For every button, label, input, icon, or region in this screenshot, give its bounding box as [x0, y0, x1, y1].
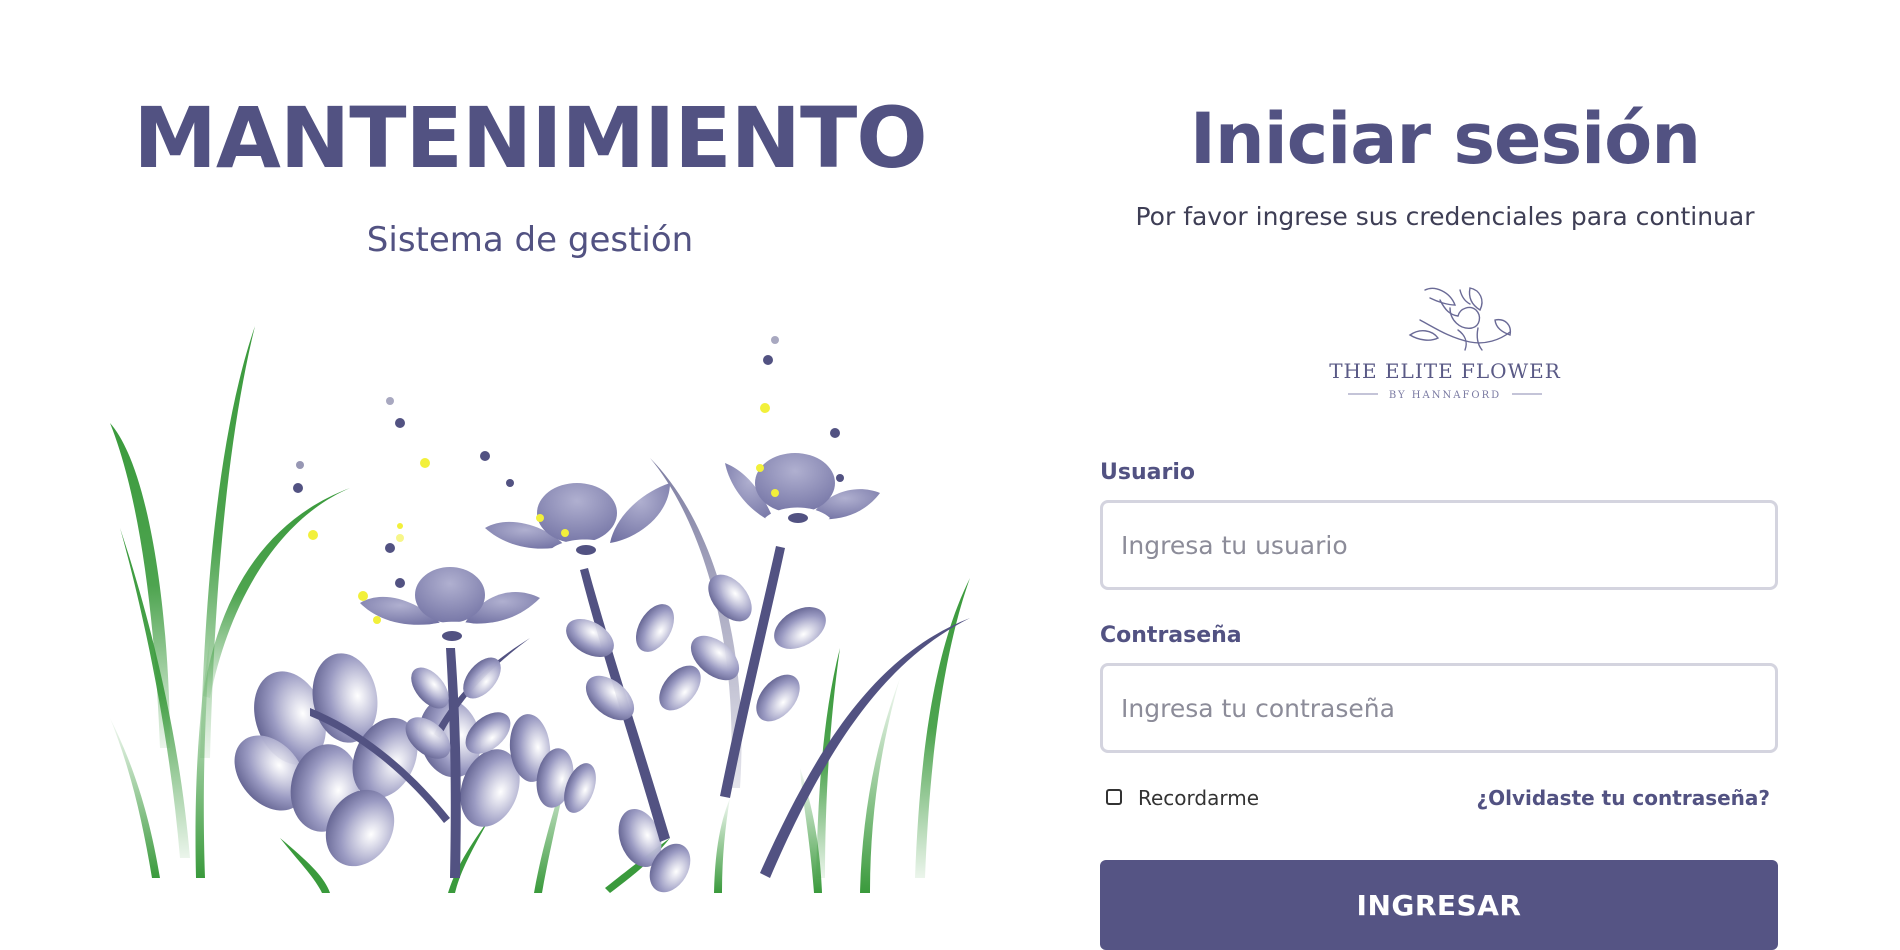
forgot-password-link[interactable]: ¿Olvidaste tu contraseña?	[1477, 786, 1770, 810]
password-input[interactable]	[1100, 663, 1778, 753]
hero-panel: MANTENIMIENTO Sistema de gestión	[0, 0, 1060, 950]
login-subtitle: Por favor ingrese sus credenciales para …	[1135, 202, 1755, 231]
hero-subtitle: Sistema de gestión	[366, 220, 694, 260]
username-input[interactable]	[1100, 500, 1778, 590]
flower-icon	[485, 483, 670, 560]
login-panel: Iniciar sesión Por favor ingrese sus cre…	[1100, 0, 1790, 950]
username-label: Usuario	[1100, 460, 1195, 485]
password-label: Contraseña	[1100, 623, 1242, 648]
flower-garden-illustration	[110, 326, 970, 893]
login-submit-button[interactable]: INGRESAR	[1100, 860, 1778, 950]
elite-flower-logo: THE ELITE FLOWER BY HANNAFORD	[1320, 280, 1570, 405]
remember-label[interactable]: Recordarme	[1138, 786, 1259, 810]
flower-icon	[360, 567, 540, 645]
login-title: Iniciar sesión	[1189, 98, 1701, 180]
remember-row: Recordarme ¿Olvidaste tu contraseña?	[1100, 784, 1778, 816]
flower-icon	[725, 453, 880, 530]
elite-flower-logo-icon: THE ELITE FLOWER BY HANNAFORD	[1329, 287, 1561, 401]
logo-name: THE ELITE FLOWER	[1329, 359, 1561, 383]
hero-title: MANTENIMIENTO	[133, 89, 927, 187]
logo-tagline: BY HANNAFORD	[1389, 390, 1501, 401]
remember-checkbox[interactable]	[1106, 789, 1122, 805]
